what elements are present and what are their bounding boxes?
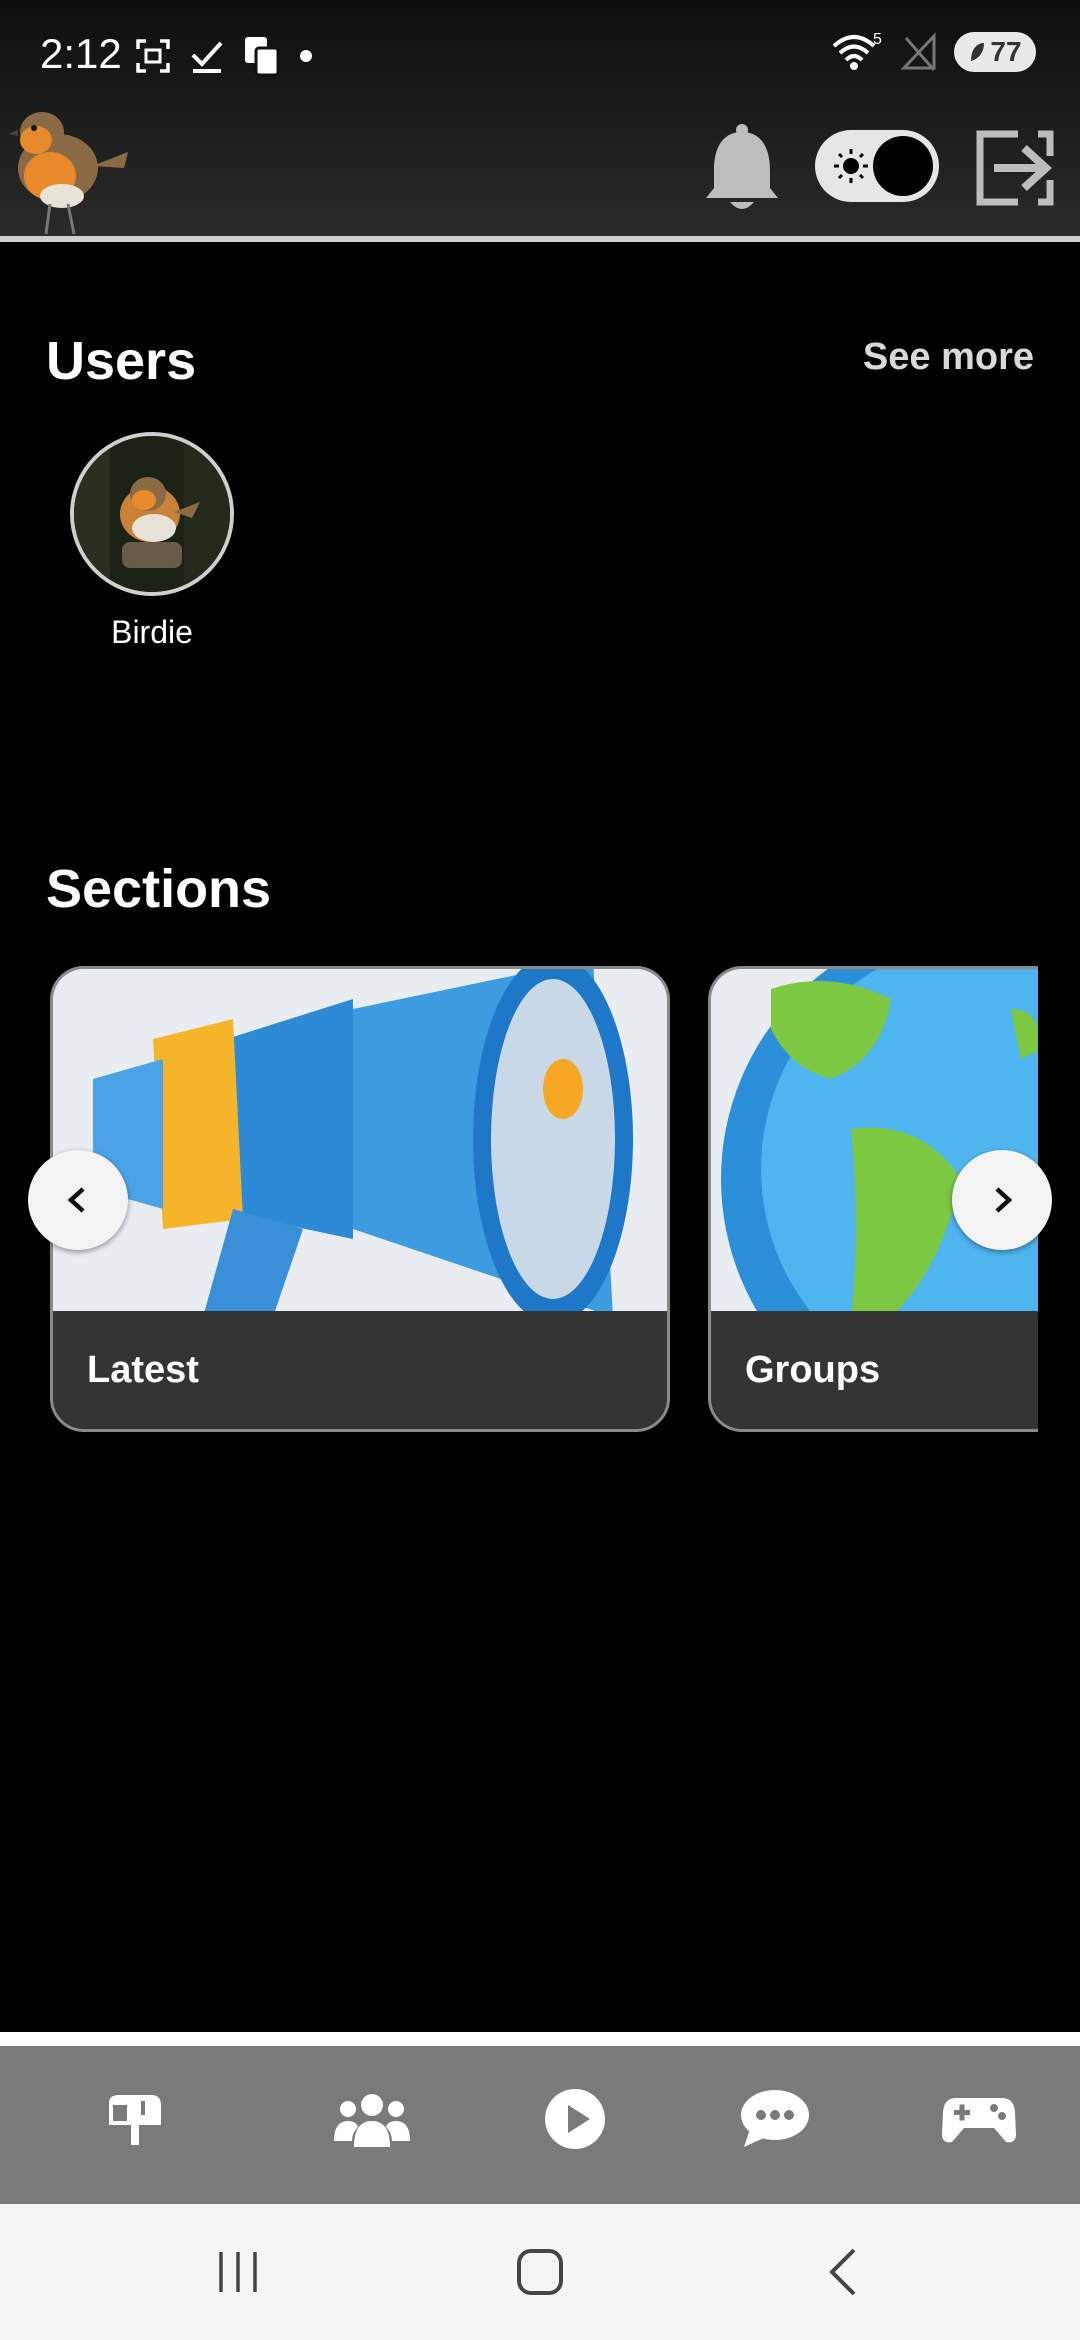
nav-top-border	[0, 2032, 1080, 2046]
copy-icon	[245, 37, 280, 77]
home-button[interactable]	[500, 2240, 580, 2304]
status-time: 2:12	[40, 30, 122, 77]
play-icon	[545, 2089, 605, 2149]
globe-image	[711, 969, 1038, 1429]
users-title: Users	[46, 331, 197, 391]
nav-play[interactable]	[530, 2074, 620, 2164]
app-header: 2:12 5 77	[0, 0, 1080, 236]
signal-off-icon	[900, 32, 936, 71]
carousel-prev-button[interactable]	[28, 1150, 128, 1250]
back-button[interactable]	[802, 2240, 882, 2304]
see-more-link[interactable]: See more	[863, 336, 1034, 379]
users-icon	[334, 2094, 410, 2147]
screenshot-icon	[136, 39, 170, 73]
dot-icon	[300, 50, 312, 62]
mailbox-icon	[109, 2095, 161, 2145]
chat-icon	[741, 2090, 809, 2147]
header-divider	[0, 236, 1080, 242]
recent-apps-icon	[219, 2252, 257, 2292]
status-icons-left	[134, 34, 312, 78]
wifi-icon: 5	[832, 32, 882, 70]
nav-users[interactable]	[327, 2074, 417, 2164]
chevron-left-icon	[67, 1187, 85, 1213]
gamepad-icon	[942, 2098, 1016, 2143]
system-nav-bar	[0, 2204, 1080, 2340]
toggle-knob	[873, 136, 933, 196]
home-icon	[517, 2249, 563, 2295]
check-icon	[191, 41, 223, 73]
battery-saver-icon	[971, 43, 985, 61]
avatar-image	[74, 436, 230, 592]
back-icon	[829, 2248, 856, 2296]
robin-bird-logo[interactable]	[0, 96, 132, 236]
sections-title: Sections	[46, 859, 272, 919]
section-card-label: Groups	[711, 1311, 1038, 1429]
sun-icon	[834, 149, 868, 183]
bottom-nav	[0, 2046, 1080, 2204]
wifi-superscript: 5	[873, 32, 882, 48]
battery-indicator: 77	[954, 32, 1036, 72]
sections-carousel: Latest Groups	[0, 966, 1080, 1432]
carousel-next-button[interactable]	[952, 1150, 1052, 1250]
megaphone-image	[53, 969, 667, 1324]
logout-icon[interactable]	[972, 126, 1056, 210]
recent-apps-button[interactable]	[198, 2240, 278, 2304]
bell-icon[interactable]	[700, 122, 784, 214]
section-card-latest[interactable]: Latest	[50, 966, 670, 1432]
nav-chat[interactable]	[730, 2074, 820, 2164]
user-name[interactable]: Birdie	[70, 614, 234, 651]
status-icons-right: 5 77	[832, 32, 1036, 72]
battery-level: 77	[990, 36, 1022, 67]
theme-toggle[interactable]	[815, 130, 939, 202]
section-card-label: Latest	[53, 1311, 667, 1429]
app-screen: 2:12 5 77 Users See more Birdie Sections…	[0, 0, 1080, 2340]
nav-mailbox[interactable]	[90, 2074, 180, 2164]
avatar[interactable]	[70, 432, 234, 596]
chevron-right-icon	[995, 1187, 1013, 1213]
nav-games[interactable]	[934, 2074, 1024, 2164]
